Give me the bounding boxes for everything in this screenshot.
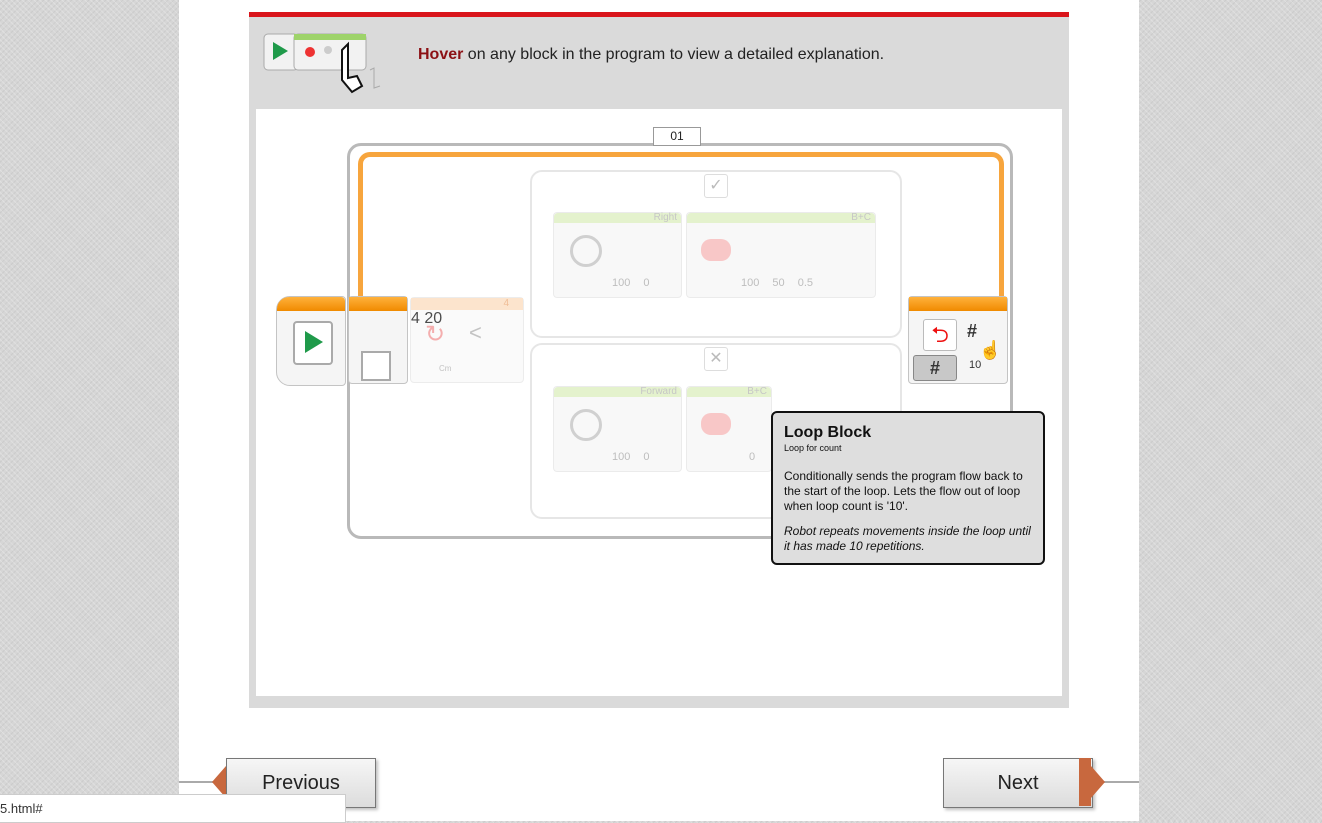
compare-threshold: 4 <box>503 298 509 309</box>
motor-icon <box>701 239 731 261</box>
sound-block-forward[interactable]: Forward 100 0 <box>553 386 682 472</box>
block-name-forward: Forward <box>640 386 677 397</box>
ultrasonic-compare-block[interactable]: 4 ↻ < Cm 4 20 <box>410 297 524 383</box>
nav-line-right <box>1101 781 1139 783</box>
next-arrow-icon <box>1091 766 1105 798</box>
block-tooltip: Loop Block Loop for count Conditionally … <box>771 411 1045 565</box>
play-icon <box>293 321 333 365</box>
block-values-motor-top: 100 50 0.5 <box>741 277 813 289</box>
hover-hint-text: Hover on any block in the program to vie… <box>418 46 884 64</box>
hand-cursor-icon: ☝ <box>979 340 1002 360</box>
block-name-right: Right <box>653 212 677 223</box>
sound-block-right[interactable]: Right 100 0 <box>553 212 682 298</box>
tooltip-subtitle: Loop for count <box>784 443 842 453</box>
loop-name-label[interactable]: 01 <box>653 127 701 146</box>
compare-unit: Cm <box>439 364 452 373</box>
move-block-top[interactable]: B+C 100 50 0.5 <box>686 212 876 298</box>
next-tab <box>1079 758 1091 806</box>
tooltip-title: Loop Block <box>784 424 872 441</box>
start-block[interactable] <box>276 296 346 386</box>
move-block-bottom[interactable]: B+C 0 <box>686 386 772 472</box>
loop-return-icon: ⮌ <box>923 319 957 351</box>
hint-bold-word: Hover <box>418 46 464 63</box>
false-x-icon: ✕ <box>704 347 728 371</box>
speaker-icon <box>570 409 602 441</box>
hint-rest: on any block in the program to view a de… <box>463 46 885 63</box>
block-values-right: 100 0 <box>612 277 650 289</box>
block-values-motor-bottom: 0 <box>749 451 756 463</box>
motor-icon <box>701 413 731 435</box>
hover-hint-icon <box>263 33 381 94</box>
status-bar-url: 5.html# <box>0 794 346 823</box>
tooltip-description: Conditionally sends the program flow bac… <box>784 469 1023 513</box>
loop-count-mode-button[interactable]: # <box>913 355 957 381</box>
loop-arrow-icon: ↻ <box>425 321 446 348</box>
block-ports-top: B+C <box>851 212 871 223</box>
hash-icon: # <box>967 321 978 341</box>
loop-block-start[interactable] <box>348 296 408 384</box>
less-than-icon: < <box>469 320 482 345</box>
true-check-icon: ✓ <box>704 174 728 198</box>
block-ports-bottom: B+C <box>747 386 767 397</box>
next-button[interactable]: Next <box>943 758 1093 808</box>
block-values-forward: 100 0 <box>612 451 650 463</box>
loop-start-icon <box>361 351 391 381</box>
tooltip-example: Robot repeats movements inside the loop … <box>784 524 1031 553</box>
speaker-icon <box>570 235 602 267</box>
